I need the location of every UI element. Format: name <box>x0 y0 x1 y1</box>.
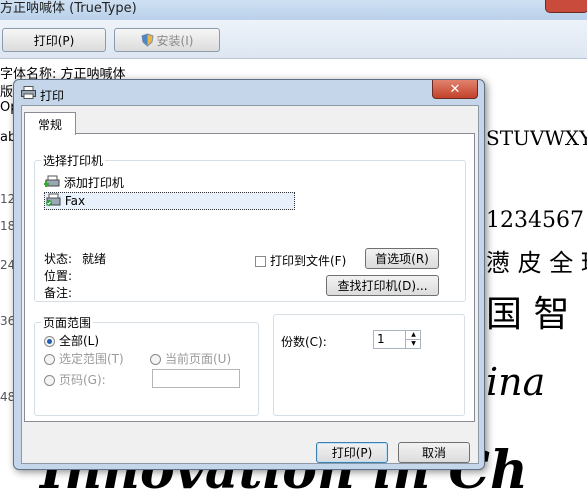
range-selection-radio[interactable]: 选定范围(T) <box>44 350 124 367</box>
fax-printer-icon <box>46 193 61 206</box>
page-range-legend: 页面范围 <box>43 316 92 330</box>
printer-item-label: Fax <box>64 194 86 208</box>
preferences-button[interactable]: 首选项(R) <box>365 248 439 269</box>
printer-item-label: 添加打印机 <box>63 176 124 190</box>
sample-cjk-row1: 懑 皮 全 球 <box>486 249 587 277</box>
select-printer-legend: 选择打印机 <box>43 154 104 168</box>
location-label: 位置: <box>44 269 73 283</box>
sample-digits-text: 1234567 <box>486 208 584 233</box>
tab-general[interactable]: 常规 <box>24 112 76 135</box>
cancel-button[interactable]: 取消 <box>398 442 470 463</box>
sample-latin-text: STUVWXYZ <box>486 126 587 150</box>
pages-input[interactable] <box>152 369 240 388</box>
tab-panel-general: 选择打印机 添加打印机 Fax 状态: 就绪 位置: 备注: 打印到文件(F) <box>24 133 475 422</box>
radio-dot <box>150 354 161 365</box>
shield-icon <box>140 33 154 47</box>
copies-value: 1 <box>377 332 385 346</box>
status-value: 就绪 <box>82 252 107 266</box>
print-to-file-label: 打印到文件(F) <box>270 254 347 268</box>
checkbox-box <box>255 256 266 267</box>
find-printer-button[interactable]: 查找打印机(D)... <box>326 275 439 296</box>
background-print-button[interactable]: 打印(P) <box>2 28 106 52</box>
printer-item-fax[interactable]: Fax <box>44 192 295 210</box>
add-printer-icon <box>43 175 60 187</box>
print-dialog: 打印 ✕ 常规 选择打印机 添加打印机 Fax 状态: 就绪 位置: 备注: 打… <box>13 79 485 470</box>
range-pages-label: 页码(G): <box>59 373 106 387</box>
copies-group <box>273 314 465 416</box>
print-button[interactable]: 打印(P) <box>316 442 388 463</box>
comment-label: 备注: <box>44 286 73 300</box>
radio-dot <box>44 375 55 386</box>
printer-icon <box>21 86 36 99</box>
background-window-title: 方正呐喊体 (TrueType) <box>0 1 137 16</box>
close-icon: ✕ <box>449 81 461 97</box>
copies-stepper[interactable]: 1 ▲ ▼ <box>373 330 421 349</box>
version-fragment: 版 <box>0 85 14 100</box>
radio-dot <box>44 336 55 347</box>
range-all-radio[interactable]: 全部(L) <box>44 332 99 349</box>
spin-down-icon[interactable]: ▼ <box>405 340 421 348</box>
dialog-close-button[interactable]: ✕ <box>432 80 478 99</box>
install-label: 安装(I) <box>156 33 194 48</box>
sample-cjk-row2: 国 智 <box>486 294 570 335</box>
range-all-label: 全部(L) <box>59 334 100 348</box>
range-current-page-radio[interactable]: 当前页面(U) <box>150 350 231 367</box>
background-install-button: 安装(I) <box>114 28 220 52</box>
radio-dot <box>44 354 55 365</box>
spin-up-icon[interactable]: ▲ <box>405 331 421 340</box>
sample-ina-text: ina <box>486 360 546 404</box>
dialog-title: 打印 <box>40 89 65 103</box>
print-to-file-checkbox[interactable]: 打印到文件(F) <box>255 252 346 269</box>
status-label: 状态: <box>44 252 73 266</box>
copies-label: 份数(C): <box>281 335 327 349</box>
printer-item-add[interactable]: 添加打印机 <box>43 174 124 191</box>
range-selection-label: 选定范围(T) <box>59 352 124 366</box>
range-pages-radio[interactable]: 页码(G): <box>44 371 106 388</box>
background-close-button[interactable] <box>545 0 587 13</box>
range-current-page-label: 当前页面(U) <box>165 352 232 366</box>
